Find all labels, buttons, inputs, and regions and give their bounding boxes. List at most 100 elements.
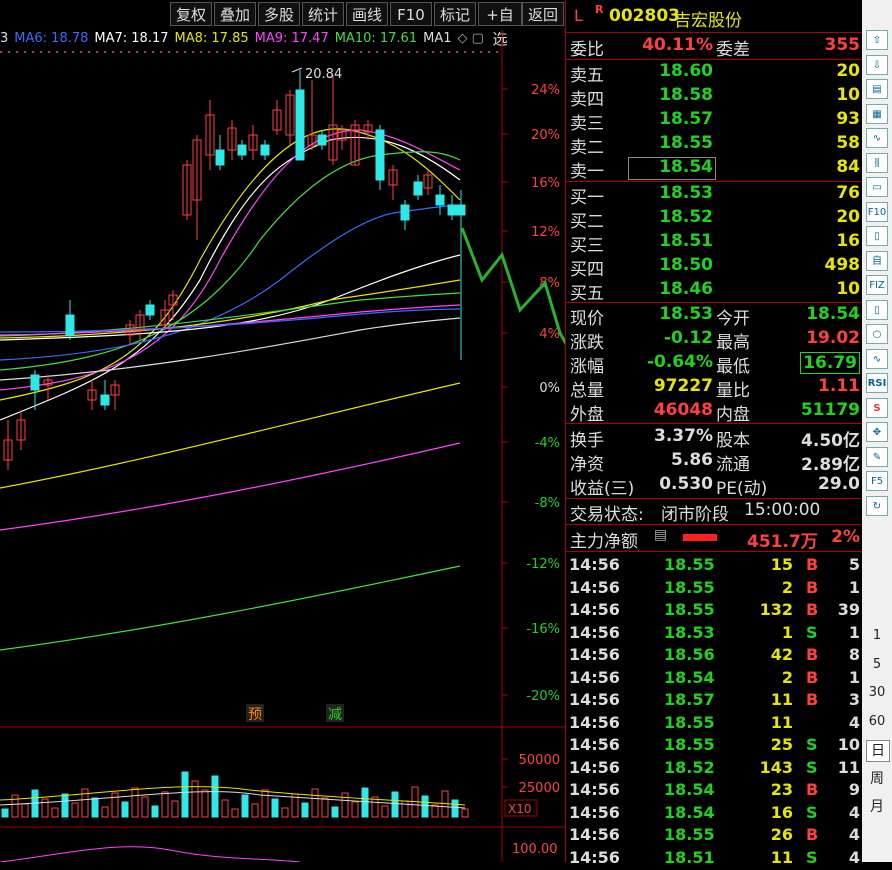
news-icon[interactable]: ▤	[866, 79, 888, 99]
toolbar-button-3[interactable]: 统计	[302, 2, 344, 26]
period-6[interactable]: 月	[866, 797, 888, 817]
toolbar-button-6[interactable]: 标记	[434, 2, 476, 26]
r-icon[interactable]: ▯	[866, 300, 888, 320]
period-1[interactable]: 5	[866, 655, 888, 675]
main-flow-pct: 2%	[831, 527, 860, 547]
doc-icon[interactable]: ▯	[866, 226, 888, 246]
pct-tick-3: 12%	[531, 225, 560, 240]
period-0[interactable]: 1	[866, 626, 888, 646]
ma-line-5	[0, 130, 460, 390]
circle-icon[interactable]: ○	[866, 324, 888, 344]
tick-side: B	[806, 645, 818, 664]
tick-side: S	[806, 758, 818, 777]
ask-volume: 58	[836, 133, 860, 153]
main-flow-row[interactable]: 主力净额▤451.7万2%	[566, 527, 863, 550]
ma-prefix: 3	[0, 31, 8, 46]
ask-price[interactable]: 18.60	[659, 61, 713, 81]
list-icon[interactable]: ▭	[866, 177, 888, 197]
bid-row-3: 买四18.50498	[566, 255, 863, 278]
vol-bar-25	[252, 804, 258, 817]
line-chart-icon[interactable]: ∿	[866, 128, 888, 148]
wave-icon[interactable]: ∿	[866, 349, 888, 369]
divider	[566, 302, 863, 303]
tick-count: 1	[849, 668, 860, 687]
toolbar-button-4[interactable]: 画线	[346, 2, 388, 26]
self-select-icon[interactable]: 自	[866, 251, 888, 271]
bid-price[interactable]: 18.52	[659, 207, 713, 227]
toolbar-button-8[interactable]: 返回	[522, 2, 564, 26]
tick-volume: 2	[782, 668, 793, 687]
ask-volume: 20	[836, 61, 860, 81]
vol-bar-11	[112, 793, 118, 817]
tick-row: 14:5618.55114	[566, 713, 863, 736]
ask-row-1: 卖四18.5810	[566, 85, 863, 108]
tick-price: 18.56	[664, 645, 715, 664]
tick-time: 14:56	[569, 713, 620, 732]
divider	[566, 524, 863, 525]
tick-row: 14:5618.5515B5	[566, 555, 863, 578]
tick-price: 18.55	[664, 735, 715, 754]
kline-chart[interactable]: 24%20%16%12%8%4%0%-4%-8%-12%-16%-20%20.8…	[0, 30, 565, 862]
bid-price[interactable]: 18.53	[659, 183, 713, 203]
tick-row: 14:5618.5526B4	[566, 825, 863, 848]
f10-icon[interactable]: F10	[866, 202, 888, 222]
toolbar-button-5[interactable]: F10	[390, 2, 432, 26]
f5-icon[interactable]: F5	[866, 471, 888, 491]
stat-value-2: 51179	[801, 400, 860, 420]
ask-row-3: 卖二18.5558	[566, 133, 863, 156]
indicator-line	[0, 847, 300, 862]
tick-volume: 132	[760, 600, 793, 619]
vol-bar-10	[102, 807, 108, 817]
candle-body-25	[318, 135, 326, 145]
stat-label-2: 今开	[716, 304, 750, 329]
tick-count: 1	[849, 623, 860, 642]
ask-price[interactable]: 18.57	[659, 109, 713, 129]
kline-icon[interactable]: ⫼	[866, 153, 888, 173]
bid-price[interactable]: 18.50	[659, 255, 713, 275]
tick-volume: 25	[771, 735, 793, 754]
rsi-icon[interactable]: RSI	[866, 373, 888, 393]
period-5[interactable]: 周	[866, 769, 888, 789]
ratio-label: 委比	[570, 35, 604, 60]
period-2[interactable]: 30	[866, 683, 888, 703]
ask-price[interactable]: 18.58	[659, 85, 713, 105]
toolbar-button-1[interactable]: 叠加	[214, 2, 256, 26]
s-icon[interactable]: S	[866, 398, 888, 418]
tick-volume: 23	[771, 780, 793, 799]
period-4[interactable]: 日	[866, 740, 890, 762]
bid-price[interactable]: 18.46	[659, 279, 713, 299]
toolbar-button-0[interactable]: 复权	[170, 2, 212, 26]
bid-price[interactable]: 18.51	[659, 231, 713, 251]
arrow-up-icon[interactable]: ⇧	[866, 30, 888, 50]
fund-value: 3.37%	[654, 426, 713, 446]
stat-label: 总量	[570, 376, 604, 401]
stock-name[interactable]: 吉宏股份	[674, 6, 742, 31]
toolbar-button-2[interactable]: 多股	[258, 2, 300, 26]
pct-tick-7: -4%	[535, 436, 560, 451]
tick-side: B	[806, 578, 818, 597]
event-marker-1[interactable]: 减	[328, 707, 342, 723]
stat-label-2: 最低	[716, 352, 750, 377]
table-icon[interactable]: ▦	[866, 104, 888, 124]
ask-price[interactable]: 18.55	[659, 133, 713, 153]
fund-label-2: PE(动)	[716, 474, 767, 499]
fz-icon[interactable]: FIZ	[866, 275, 888, 295]
toolbar-button-7[interactable]: +自选	[478, 2, 522, 26]
list-icon[interactable]: ▤	[654, 527, 667, 543]
refresh-icon[interactable]: ↻	[866, 496, 888, 516]
event-marker-0[interactable]: 预	[248, 707, 262, 723]
ma-label-4: MA10: 17.61	[335, 31, 417, 46]
tick-row: 14:5618.5423B9	[566, 780, 863, 803]
period-3[interactable]: 60	[866, 712, 888, 732]
vol-bar-9	[92, 798, 98, 817]
move-icon[interactable]: ✥	[866, 422, 888, 442]
vol-bar-15	[152, 806, 158, 817]
tick-price: 18.51	[664, 848, 715, 867]
pen-icon[interactable]: ✎	[866, 447, 888, 467]
ma-settings-icon[interactable]: ◇ ▢	[458, 31, 484, 46]
arrow-down-icon[interactable]: ⇩	[866, 55, 888, 75]
tick-volume: 15	[771, 555, 793, 574]
tick-price: 18.55	[664, 600, 715, 619]
tick-time: 14:56	[569, 735, 620, 754]
pct-tick-10: -16%	[526, 622, 560, 637]
